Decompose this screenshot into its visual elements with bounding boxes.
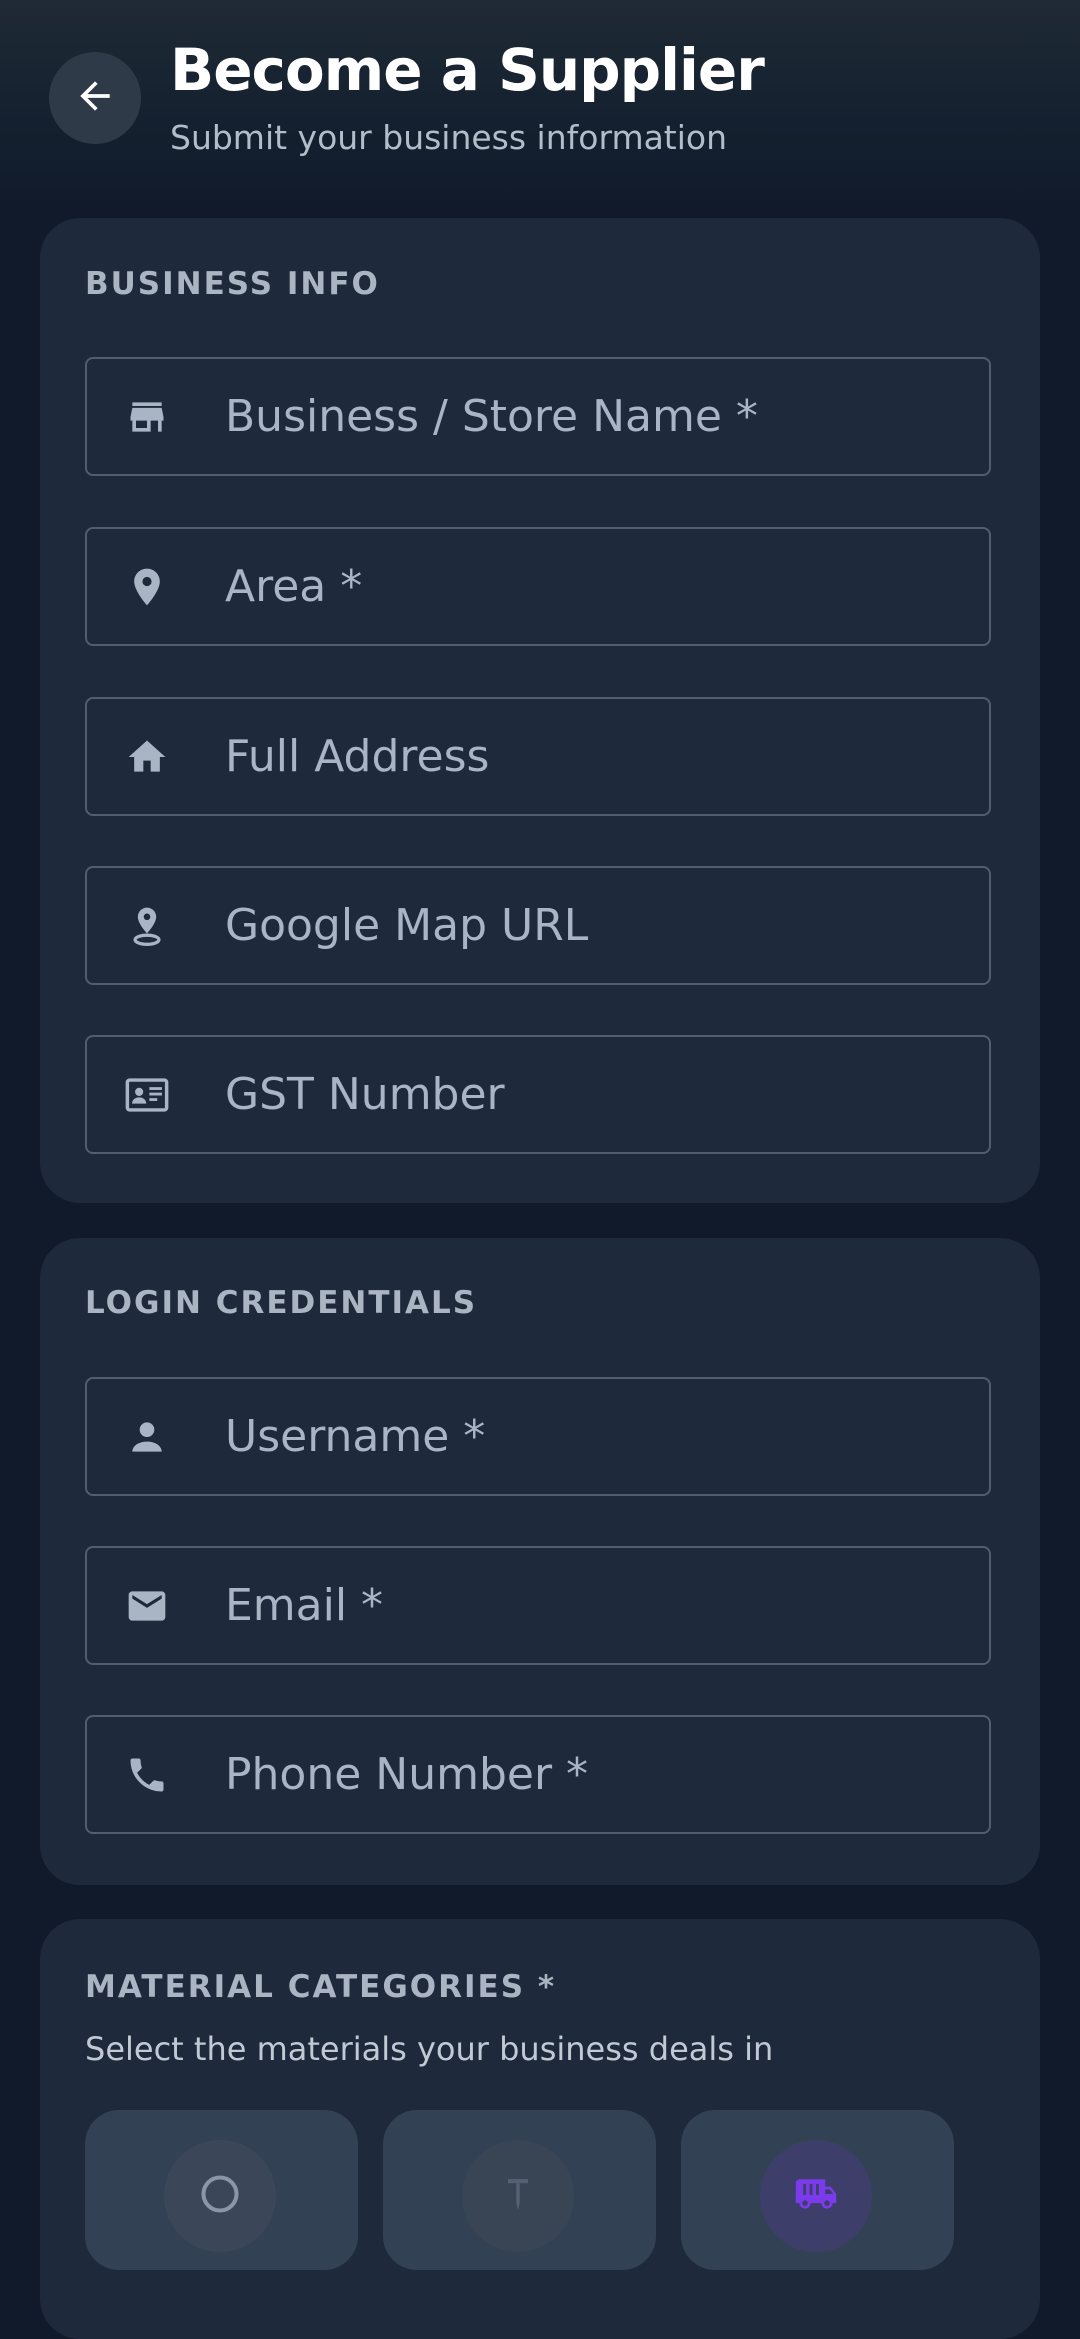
map-pin-icon: [125, 904, 169, 948]
id-card-icon: [125, 1073, 169, 1117]
app-header: Become a Supplier Submit your business i…: [0, 0, 1080, 210]
truck-icon: [790, 2172, 842, 2220]
phone-icon: [125, 1753, 169, 1797]
login-credentials-card: LOGIN CREDENTIALS Username * Email * Pho…: [40, 1238, 1040, 1885]
business-name-field[interactable]: Business / Store Name *: [85, 357, 991, 476]
full-address-placeholder: Full Address: [225, 731, 490, 782]
business-name-placeholder: Business / Store Name *: [225, 391, 758, 442]
material-categories-card: MATERIAL CATEGORIES * Select the materia…: [40, 1919, 1040, 2339]
home-icon: [125, 735, 169, 779]
category-tile-2[interactable]: [383, 2110, 656, 2270]
full-address-field[interactable]: Full Address: [85, 697, 991, 816]
back-button[interactable]: [49, 52, 141, 144]
email-icon: [125, 1584, 169, 1628]
phone-number-placeholder: Phone Number *: [225, 1749, 589, 1800]
section-title-business-info: BUSINESS INFO: [85, 266, 380, 302]
category-tile-3[interactable]: [681, 2110, 954, 2270]
username-field[interactable]: Username *: [85, 1377, 991, 1496]
google-map-url-field[interactable]: Google Map URL: [85, 866, 991, 985]
location-pin-icon: [125, 565, 169, 609]
gst-number-placeholder: GST Number: [225, 1069, 505, 1120]
circle-icon: [198, 2172, 242, 2220]
google-map-url-placeholder: Google Map URL: [225, 900, 589, 951]
email-field[interactable]: Email *: [85, 1546, 991, 1665]
section-title-login-credentials: LOGIN CREDENTIALS: [85, 1285, 478, 1321]
phone-number-field[interactable]: Phone Number *: [85, 1715, 991, 1834]
page-title: Become a Supplier: [170, 36, 765, 104]
material-categories-helper: Select the materials your business deals…: [85, 2030, 774, 2068]
gst-number-field[interactable]: GST Number: [85, 1035, 991, 1154]
business-info-card: BUSINESS INFO Business / Store Name * Ar…: [40, 218, 1040, 1203]
person-icon: [125, 1415, 169, 1459]
page-subtitle: Submit your business information: [170, 118, 728, 157]
arrow-left-icon: [73, 74, 117, 122]
area-placeholder: Area *: [225, 561, 363, 612]
email-placeholder: Email *: [225, 1580, 384, 1631]
category-tile-1[interactable]: [85, 2110, 358, 2270]
nail-icon: [498, 2172, 538, 2220]
area-field[interactable]: Area *: [85, 527, 991, 646]
username-placeholder: Username *: [225, 1411, 486, 1462]
store-icon: [125, 395, 169, 439]
section-title-material-categories: MATERIAL CATEGORIES *: [85, 1969, 557, 2005]
